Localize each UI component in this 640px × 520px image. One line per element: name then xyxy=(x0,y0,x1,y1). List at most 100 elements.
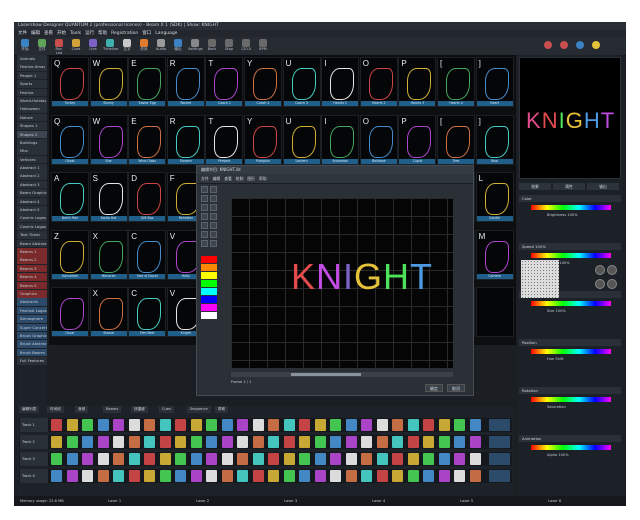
track-clip[interactable] xyxy=(82,453,93,465)
dialog-menu-item[interactable]: 编辑 xyxy=(213,174,221,183)
track-clip[interactable] xyxy=(252,470,264,482)
bottom-tab[interactable]: 快捷键 xyxy=(131,406,148,413)
palette-swatch[interactable] xyxy=(201,312,217,319)
track-clip[interactable] xyxy=(66,419,78,431)
track-clip[interactable] xyxy=(314,419,326,431)
category-item[interactable]: Festive-Xmas xyxy=(17,63,47,71)
clip-cell[interactable]: E Wine Glass xyxy=(128,114,167,165)
track-clip[interactable] xyxy=(345,470,357,482)
clip-cell[interactable]: D Gift Box xyxy=(128,172,167,222)
tool-icon[interactable] xyxy=(210,213,217,220)
clip-cell[interactable]: C Star of David xyxy=(128,229,167,280)
track-clip[interactable] xyxy=(392,436,403,448)
knob[interactable] xyxy=(607,265,617,275)
track-clip[interactable] xyxy=(66,453,78,465)
track-clip[interactable] xyxy=(82,419,93,431)
track-clip[interactable] xyxy=(330,419,341,431)
category-item[interactable]: Abstract 2 xyxy=(17,172,47,181)
toolbar-button-0[interactable]: 开始 xyxy=(18,38,32,54)
track-clip[interactable] xyxy=(128,436,140,448)
category-item[interactable]: Animals xyxy=(17,55,47,63)
track-clip[interactable] xyxy=(299,470,310,482)
track-clip[interactable] xyxy=(237,436,248,448)
track-clip[interactable] xyxy=(299,419,310,431)
track-clip[interactable] xyxy=(268,453,279,465)
menu-item-5[interactable]: 运行 xyxy=(85,31,94,36)
track-clip[interactable] xyxy=(469,419,481,431)
right-tab[interactable]: 属性 xyxy=(553,183,585,190)
menu-item-8[interactable]: 窗口 xyxy=(142,31,151,36)
palette-swatch[interactable] xyxy=(201,296,217,303)
menu-item-2[interactable]: 查看 xyxy=(44,31,53,36)
menu-item-7[interactable]: Registration xyxy=(111,31,138,36)
clip-cell[interactable]: S Santa Hat xyxy=(89,172,128,222)
clip-cell[interactable]: [Hearts 4 xyxy=(437,57,475,107)
toolbar-button-12[interactable]: Stop xyxy=(222,38,236,54)
category-item[interactable]: Abstract 1 xyxy=(17,164,47,172)
track-clip[interactable] xyxy=(438,419,450,431)
track-clip[interactable] xyxy=(190,453,202,465)
track-clip[interactable] xyxy=(454,470,465,482)
dialog-canvas[interactable]: KNIGHT xyxy=(231,198,453,368)
track-clip[interactable] xyxy=(175,436,186,448)
track-clip[interactable] xyxy=(237,419,248,431)
track-clip[interactable] xyxy=(144,436,155,448)
clip-cell[interactable]: X Statue xyxy=(89,287,128,337)
toolbar-button-1[interactable]: 文件 xyxy=(35,38,49,54)
right-tab[interactable]: 输出 xyxy=(587,183,619,190)
tool-icon[interactable] xyxy=(201,195,208,202)
palette-swatch[interactable] xyxy=(201,280,217,287)
toolbar-button-4[interactable]: Live xyxy=(86,38,100,54)
category-item[interactable]: Abstracts xyxy=(17,298,47,306)
track-clip[interactable] xyxy=(407,419,419,431)
track-clip[interactable] xyxy=(345,436,357,448)
clip-cell[interactable]: I Hearts 1 xyxy=(321,57,360,107)
dialog-menu-item[interactable]: 绘制 xyxy=(236,174,244,183)
track-clip[interactable] xyxy=(113,470,124,482)
category-item[interactable]: Buildings xyxy=(17,138,47,147)
track-clip[interactable] xyxy=(237,470,248,482)
track-clip[interactable] xyxy=(128,453,140,465)
category-item[interactable]: Graphics xyxy=(17,289,47,298)
slider[interactable] xyxy=(531,397,611,402)
toolbar-button-7[interactable]: 形状 xyxy=(137,38,151,54)
category-item[interactable]: Shapes 2 xyxy=(17,130,47,139)
track-clip[interactable] xyxy=(438,470,450,482)
knob[interactable] xyxy=(595,265,605,275)
track-clip[interactable] xyxy=(283,453,295,465)
clip-cell[interactable]: A North Pole xyxy=(51,172,89,222)
track-clip[interactable] xyxy=(175,453,186,465)
track-clip[interactable] xyxy=(454,419,465,431)
clip-cell[interactable]: U Lantern xyxy=(282,114,321,165)
track-clip[interactable] xyxy=(469,470,481,482)
track-clip[interactable] xyxy=(175,470,186,482)
slider[interactable] xyxy=(531,301,611,306)
toolbar-button-3[interactable]: Cues xyxy=(69,38,83,54)
track-clip[interactable] xyxy=(330,453,341,465)
category-item[interactable]: Beam Abstract xyxy=(17,239,47,248)
bottom-tab[interactable]: Sequence xyxy=(187,406,211,413)
track-clip[interactable] xyxy=(423,470,434,482)
category-item[interactable]: Sports xyxy=(17,80,47,88)
category-item[interactable]: Abstract 4 xyxy=(17,197,47,206)
category-item[interactable]: Beams 2 xyxy=(17,256,47,264)
track-clip[interactable] xyxy=(206,436,217,448)
clip-cell[interactable]: ] Bow xyxy=(475,114,514,165)
track-clip[interactable] xyxy=(330,470,341,482)
track-clip[interactable] xyxy=(361,419,372,431)
dialog-menu-item[interactable]: 图形 xyxy=(247,174,255,183)
tool-icon[interactable] xyxy=(210,195,217,202)
slider[interactable] xyxy=(531,253,611,258)
track-clip[interactable] xyxy=(454,436,465,448)
knob[interactable] xyxy=(607,279,617,289)
clip-cell[interactable]: [Tree xyxy=(437,114,475,165)
track-clip[interactable] xyxy=(330,436,341,448)
track-clip[interactable] xyxy=(190,419,202,431)
track-clip[interactable] xyxy=(268,436,279,448)
track-clip[interactable] xyxy=(113,436,124,448)
right-tab[interactable]: 效果 xyxy=(519,183,551,190)
category-item[interactable]: Abstract 5 xyxy=(17,206,47,214)
category-item[interactable]: Super Concert xyxy=(17,323,47,332)
clip-cell[interactable]: L Candle xyxy=(475,172,514,222)
palette-swatch[interactable] xyxy=(201,272,217,279)
